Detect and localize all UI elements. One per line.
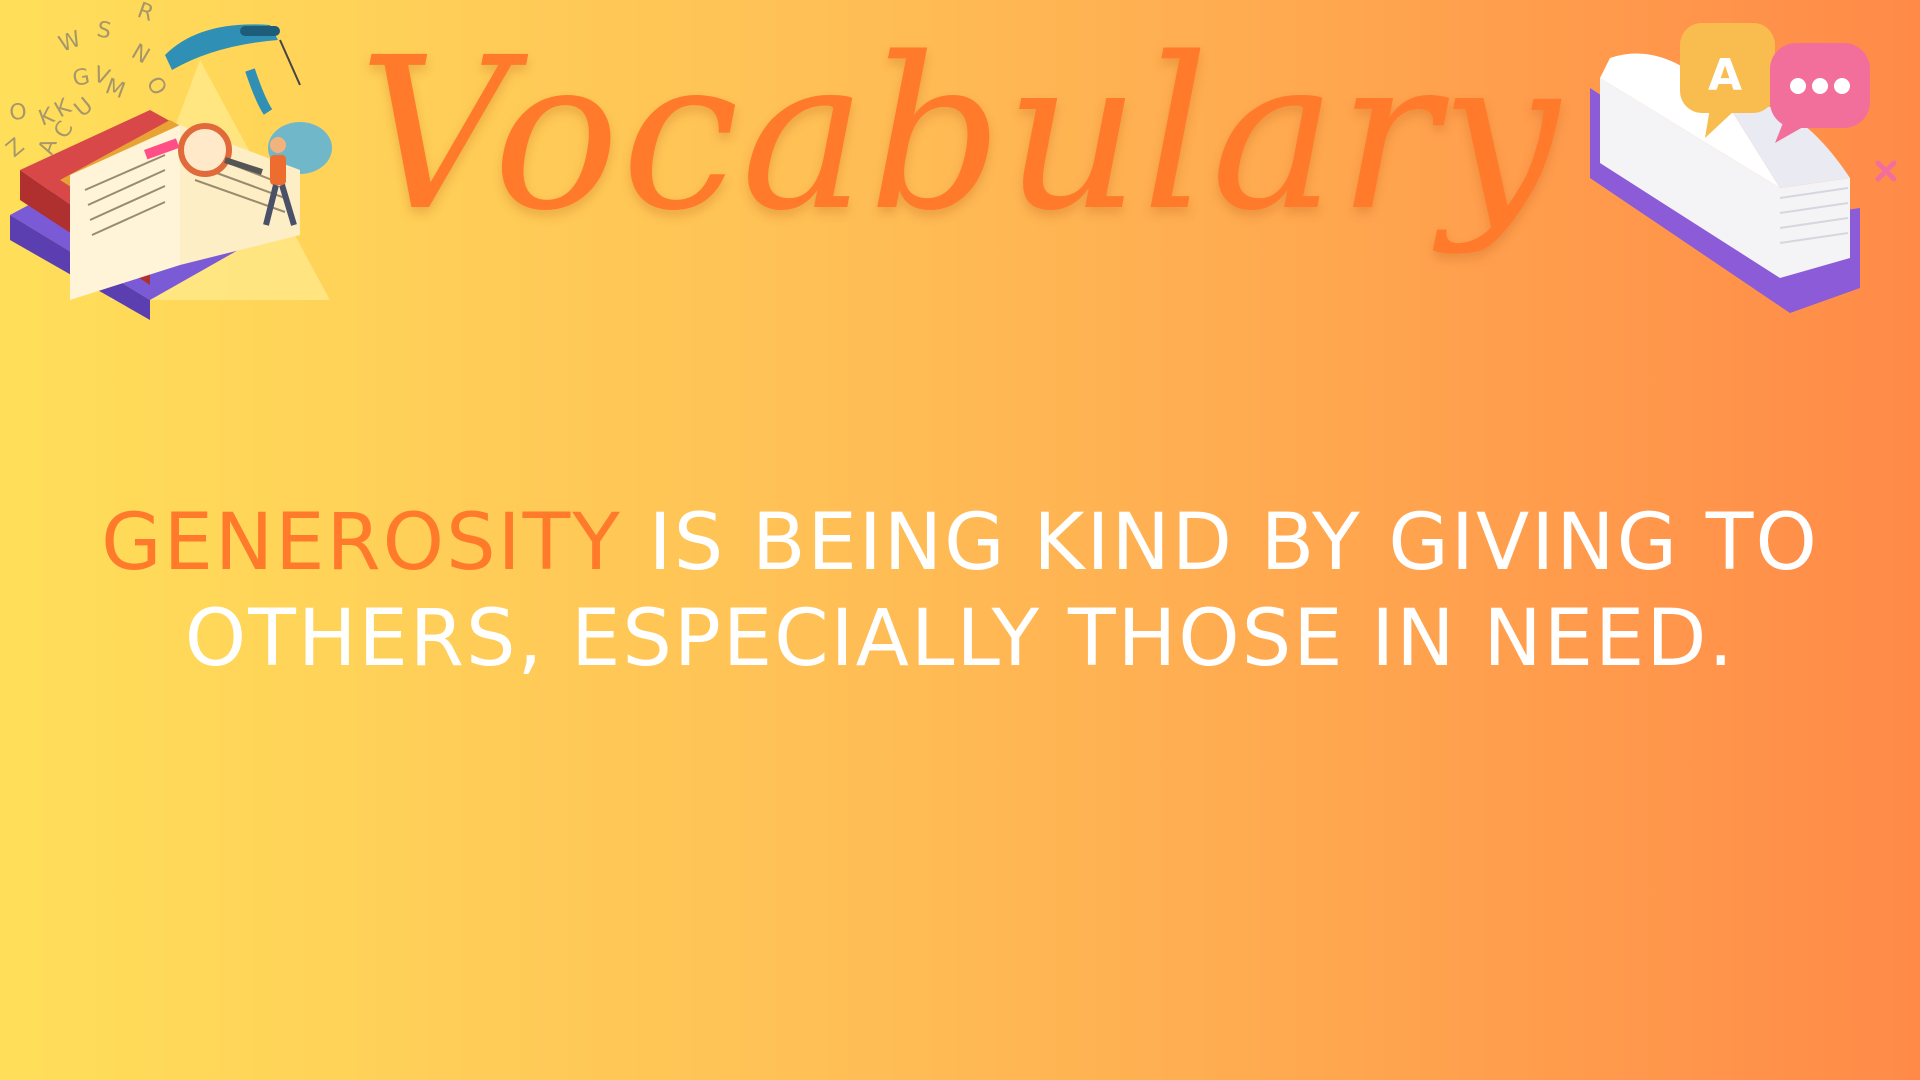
svg-text:R: R (134, 0, 157, 27)
vocabulary-word: GENEROSITY (101, 498, 622, 588)
bubble-letter: A (1708, 50, 1742, 101)
book-chat-bubbles-icon: A (1590, 23, 1897, 313)
definition-text: GENEROSITY IS BEING KIND BY GIVING TO OT… (10, 495, 1910, 687)
